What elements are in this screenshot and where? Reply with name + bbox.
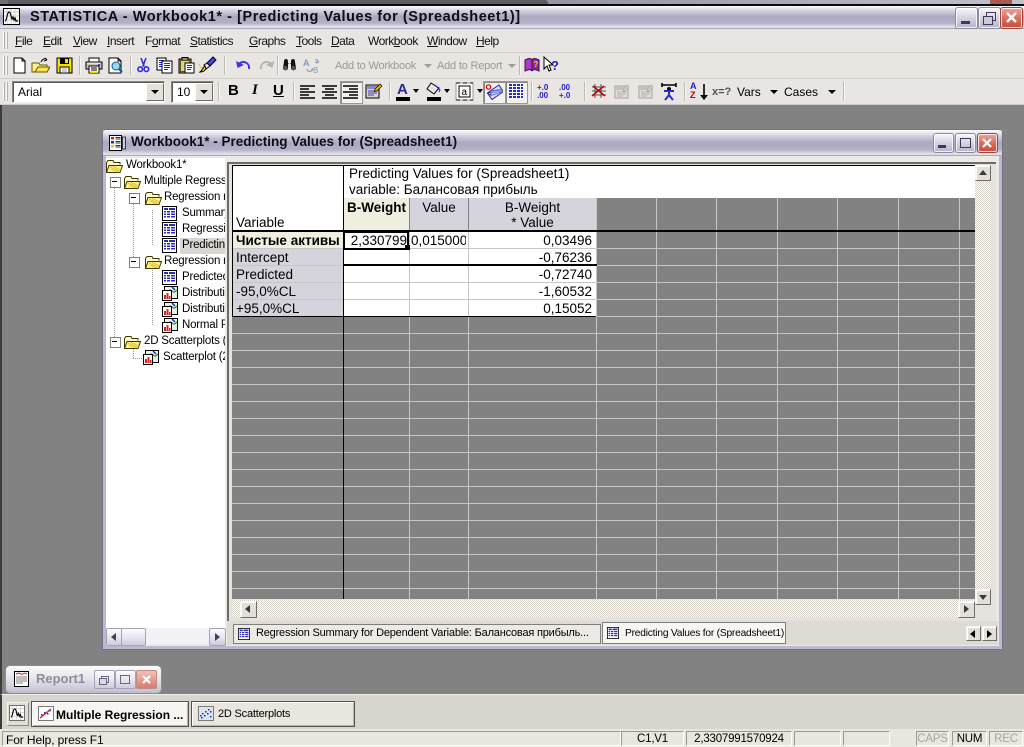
svg-text:B: B xyxy=(313,66,318,75)
svg-text:A: A xyxy=(303,58,310,68)
svg-text:?: ? xyxy=(534,60,539,69)
svg-text:?: ? xyxy=(551,58,559,73)
svg-text:a: a xyxy=(462,87,468,98)
